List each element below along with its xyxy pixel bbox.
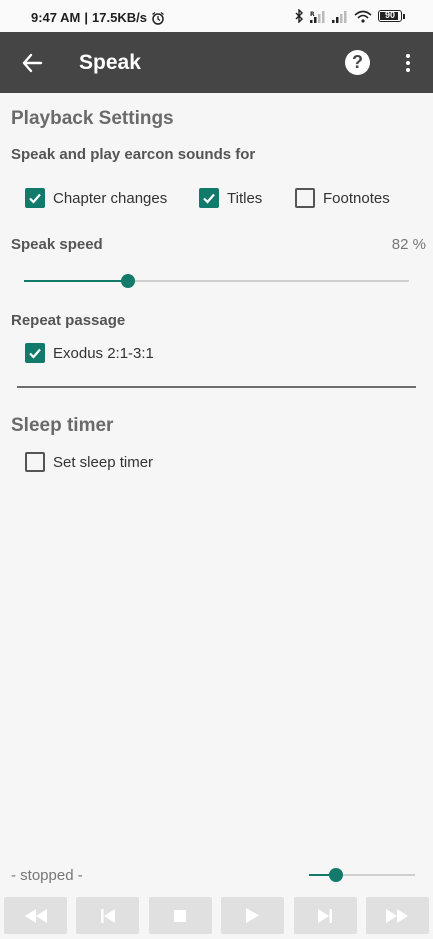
arrow-left-icon — [22, 53, 43, 73]
status-right: R 90 — [295, 9, 405, 23]
more-vertical-icon — [406, 54, 410, 72]
repeat-passage-checkbox[interactable]: Exodus 2:1-3:1 — [25, 343, 154, 363]
checkbox-checked-icon — [199, 188, 219, 208]
repeat-passage-label: Repeat passage — [11, 312, 126, 329]
app-toolbar: Speak ? — [0, 32, 433, 93]
section-divider — [17, 386, 416, 388]
footnotes-label: Footnotes — [323, 189, 390, 207]
next-button[interactable] — [293, 897, 357, 934]
checkbox-checked-icon — [25, 343, 45, 363]
back-button[interactable] — [16, 47, 48, 79]
fast-forward-icon — [386, 908, 409, 923]
skip-previous-icon — [100, 908, 115, 923]
play-icon — [246, 908, 260, 923]
status-time: 9:47 AM — [31, 10, 81, 25]
battery-level: 90 — [384, 10, 395, 20]
checkbox-checked-icon — [25, 188, 45, 208]
signal-r-icon: R — [310, 10, 325, 23]
status-speed: 17.5KB/s — [92, 10, 147, 25]
alarm-icon — [152, 11, 164, 25]
svg-text:R: R — [310, 11, 315, 18]
speed-slider-fill — [24, 280, 128, 282]
stop-button[interactable] — [148, 897, 212, 934]
speak-speed-slider[interactable] — [24, 274, 409, 288]
skip-next-icon — [318, 908, 333, 923]
volume-slider[interactable] — [309, 868, 415, 882]
sleep-timer-label: Set sleep timer — [53, 453, 154, 471]
status-bar: 9:47 AM | 17.5KB/s R 90 — [0, 0, 433, 32]
repeat-passage-option-label: Exodus 2:1-3:1 — [53, 344, 154, 362]
help-button[interactable]: ? — [345, 50, 370, 75]
more-options-button[interactable] — [398, 48, 418, 78]
stop-icon — [174, 909, 187, 922]
play-button[interactable] — [221, 897, 285, 934]
bluetooth-icon — [295, 9, 303, 23]
chapter-changes-label: Chapter changes — [53, 189, 168, 207]
previous-button[interactable] — [76, 897, 140, 934]
page-title: Speak — [79, 51, 141, 74]
titles-label: Titles — [227, 189, 263, 207]
fast-forward-button[interactable] — [365, 897, 429, 934]
rewind-button[interactable] — [4, 897, 67, 934]
chapter-changes-checkbox[interactable]: Chapter changes — [25, 188, 167, 208]
titles-checkbox[interactable]: Titles — [199, 188, 262, 208]
checkbox-unchecked-icon — [295, 188, 315, 208]
status-separator: | — [84, 10, 89, 25]
speak-speed-value: 82 % — [391, 236, 426, 253]
speak-speed-label: Speak speed — [11, 236, 103, 253]
playback-status: - stopped - — [11, 867, 83, 884]
footnotes-checkbox[interactable]: Footnotes — [295, 188, 390, 208]
status-left: 9:47 AM | 17.5KB/s — [31, 10, 165, 25]
checkbox-unchecked-icon — [25, 452, 45, 472]
speed-slider-thumb[interactable] — [120, 274, 135, 288]
battery-icon: 90 — [378, 10, 405, 22]
sleep-timer-checkbox[interactable]: Set sleep timer — [25, 452, 153, 472]
help-icon: ? — [352, 52, 363, 72]
volume-slider-thumb[interactable] — [328, 868, 343, 882]
wifi-icon — [354, 10, 372, 23]
rewind-icon — [24, 908, 47, 923]
earcon-label: Speak and play earcon sounds for — [11, 146, 256, 163]
playback-controls — [0, 897, 433, 939]
signal-icon — [332, 10, 347, 23]
playback-settings-heading: Playback Settings — [11, 108, 174, 129]
sleep-timer-heading: Sleep timer — [11, 415, 114, 436]
